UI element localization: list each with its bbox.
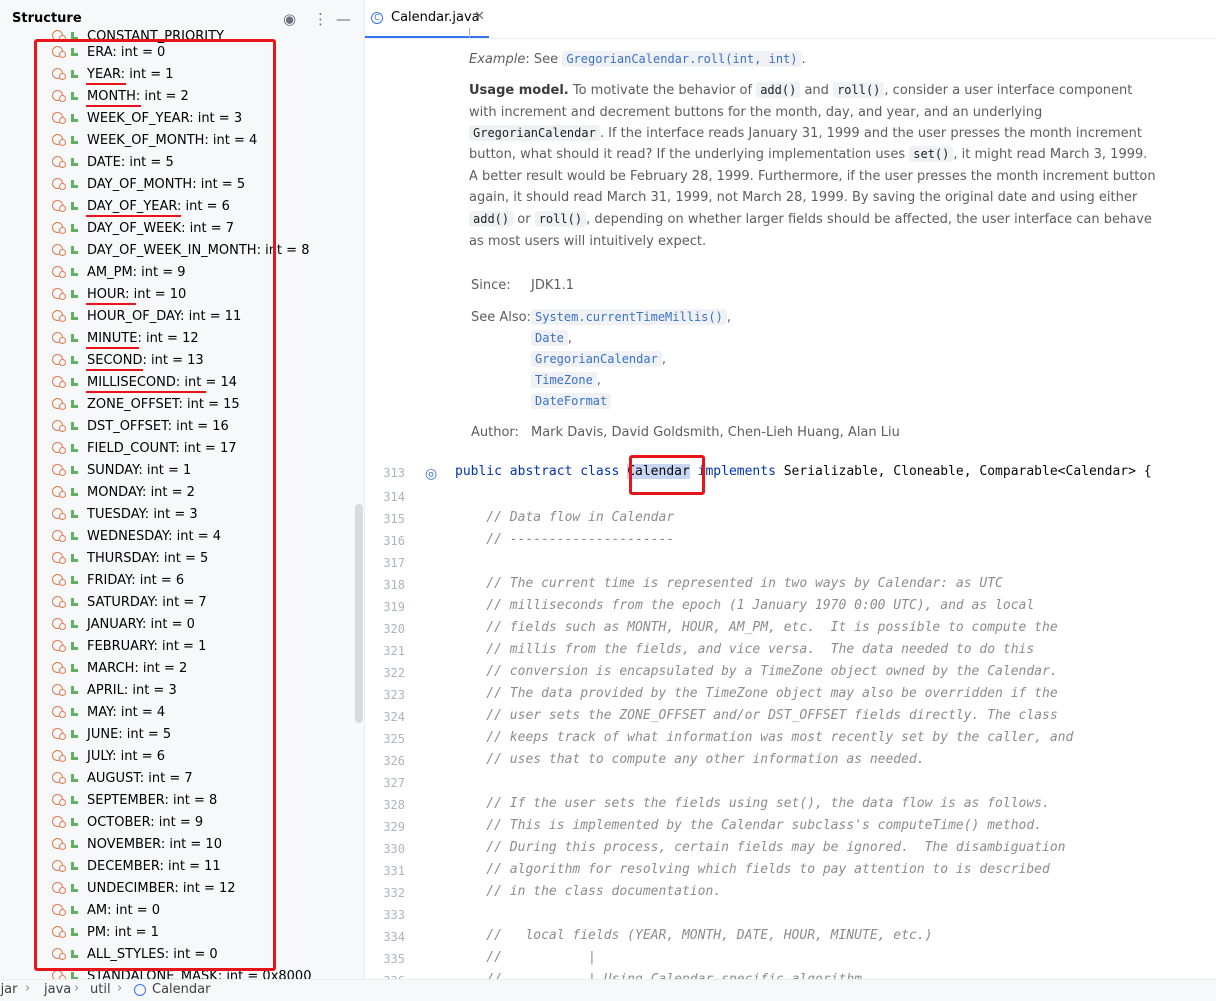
line-number: 328 xyxy=(383,798,405,812)
annotation-underline xyxy=(86,391,206,393)
doc-see-also-item: System.currentTimeMillis(), xyxy=(531,307,731,329)
line-number: 334 xyxy=(383,930,405,944)
code-comment-line: // milliseconds from the epoch (1 Januar… xyxy=(455,598,1035,613)
code-comment-line: // local fields (YEAR, MONTH, DATE, HOUR… xyxy=(455,928,933,943)
breadcrumb-calendar[interactable]: Calendar xyxy=(152,982,210,997)
code-comment-line: // This is implemented by the Calendar s… xyxy=(455,818,1042,833)
doc-author-label: Author: xyxy=(471,425,519,440)
breadcrumb-jar[interactable]: rt.jar xyxy=(0,982,18,997)
static-final-icon xyxy=(70,972,78,979)
doc-link[interactable]: GregorianCalendar.roll(int, int) xyxy=(562,51,802,67)
annotation-underline xyxy=(86,215,181,217)
field-icon xyxy=(52,970,66,979)
doc-usage-line: with increment and decrement buttons for… xyxy=(469,105,1043,120)
doc-see-also-item: GregorianCalendar, xyxy=(531,349,666,371)
editor-tabbar: C Calendar.java ✕ xyxy=(365,0,1216,39)
line-number: 320 xyxy=(383,622,405,636)
structure-title: Structure xyxy=(12,11,82,26)
code-comment-line: // fields such as MONTH, HOUR, AM_PM, et… xyxy=(455,620,1058,635)
doc-link[interactable]: System.currentTimeMillis() xyxy=(531,309,727,325)
doc-since-label: Since: xyxy=(471,278,511,293)
implementations-icon[interactable]: ◎ xyxy=(425,466,437,482)
doc-see-also-item: TimeZone, xyxy=(531,370,601,392)
doc-usage-line: add() or roll(), depending on whether la… xyxy=(469,209,1152,231)
code-comment-line: // conversion is encapsulated by a TimeZ… xyxy=(455,664,1058,679)
doc-usage-line: again, it should read March 31, 1999, no… xyxy=(469,190,1138,205)
code-comment-line: // If the user sets the fields using set… xyxy=(455,796,1050,811)
code-comment-line: // | xyxy=(455,950,596,965)
doc-usage-line: A better result would be February 28, 19… xyxy=(469,169,1156,184)
doc-usage-line: button, what should it read? If the unde… xyxy=(469,146,1148,162)
line-number: 319 xyxy=(383,600,405,614)
annotation-underline xyxy=(86,369,143,371)
code-comment-line: // keeps track of what information was m… xyxy=(455,730,1074,745)
line-number: 315 xyxy=(383,512,405,526)
structure-scrollbar[interactable] xyxy=(355,504,363,723)
code-comment-line: // The current time is represented in tw… xyxy=(455,576,1003,591)
annotation-underline xyxy=(86,303,136,305)
code-comment-line: // in the class documentation. xyxy=(455,884,722,899)
line-number: 323 xyxy=(383,688,405,702)
code-comment-line: // algorithm for resolving which fields … xyxy=(455,862,1050,877)
doc-author-value: Mark Davis, David Goldsmith, Chen-Lieh H… xyxy=(531,425,900,440)
class-icon: C xyxy=(371,12,383,24)
tab-label: Calendar.java xyxy=(391,10,480,25)
annotation-underline xyxy=(86,83,126,85)
doc-since-value: JDK1.1 xyxy=(531,278,575,293)
line-number: 330 xyxy=(383,842,405,856)
class-declaration[interactable]: public abstract class Calendar implement… xyxy=(455,464,1152,479)
chevron-right-icon: › xyxy=(117,981,123,996)
doc-see-also-item: DateFormat xyxy=(531,391,612,413)
line-number: 335 xyxy=(383,952,405,966)
line-number: 333 xyxy=(383,908,405,922)
doc-example: Example: See GregorianCalendar.roll(int,… xyxy=(469,51,806,67)
chevron-right-icon: › xyxy=(25,981,31,996)
code-comment-line: // --------------------- xyxy=(455,532,675,547)
line-number: 324 xyxy=(383,710,405,724)
doc-usage-line: Usage model. To motivate the behavior of… xyxy=(469,82,1133,98)
code-comment-line: // Data flow in Calendar xyxy=(455,510,675,525)
annotation-box xyxy=(34,39,276,971)
line-number: 325 xyxy=(383,732,405,746)
close-icon[interactable]: ✕ xyxy=(474,9,485,24)
line-number: 326 xyxy=(383,754,405,768)
line-number: 322 xyxy=(383,666,405,680)
doc-link[interactable]: DateFormat xyxy=(531,393,612,409)
breadcrumb-java[interactable]: java xyxy=(44,982,71,997)
line-number: 317 xyxy=(383,556,405,570)
doc-see-also-label: See Also: xyxy=(471,310,531,325)
doc-usage-line: as most users will intuitively expect. xyxy=(469,234,707,249)
line-number: 314 xyxy=(383,490,405,504)
class-name-highlight-box xyxy=(629,455,705,495)
annotation-underline xyxy=(86,347,139,349)
line-number: 327 xyxy=(383,776,405,790)
minimize-icon[interactable]: — xyxy=(336,9,351,29)
line-number: 313 xyxy=(383,466,405,480)
doc-see-also-item: Date, xyxy=(531,328,572,350)
breadcrumb-util[interactable]: util xyxy=(90,982,111,997)
code-comment-line: // During this process, certain fields m… xyxy=(455,840,1066,855)
doc-link[interactable]: GregorianCalendar xyxy=(531,351,662,367)
line-number: 316 xyxy=(383,534,405,548)
annotation-underline xyxy=(86,105,141,107)
code-comment-line: // uses that to compute any other inform… xyxy=(455,752,925,767)
line-number: 332 xyxy=(383,886,405,900)
chevron-right-icon: › xyxy=(74,981,80,996)
code-comment-line: // The data provided by the TimeZone obj… xyxy=(455,686,1058,701)
code-comment-line: // user sets the ZONE_OFFSET and/or DST_… xyxy=(455,708,1058,723)
code-comment-line: // millis from the fields, and vice vers… xyxy=(455,642,1035,657)
line-number: 331 xyxy=(383,864,405,878)
breadcrumb: rt.jar › java › util › Calendar xyxy=(0,979,1216,1001)
doc-usage-line: GregorianCalendar. If the interface read… xyxy=(469,123,1142,145)
doc-link[interactable]: Date xyxy=(531,330,568,346)
editor: C Calendar.java ✕ Example: See Gregorian… xyxy=(365,0,1216,988)
line-number: 321 xyxy=(383,644,405,658)
line-number: 318 xyxy=(383,578,405,592)
class-icon xyxy=(134,984,146,996)
line-number: 329 xyxy=(383,820,405,834)
doc-border xyxy=(469,28,470,38)
doc-link[interactable]: TimeZone xyxy=(531,372,597,388)
tab-calendar-java[interactable]: C Calendar.java ✕ xyxy=(365,0,489,38)
